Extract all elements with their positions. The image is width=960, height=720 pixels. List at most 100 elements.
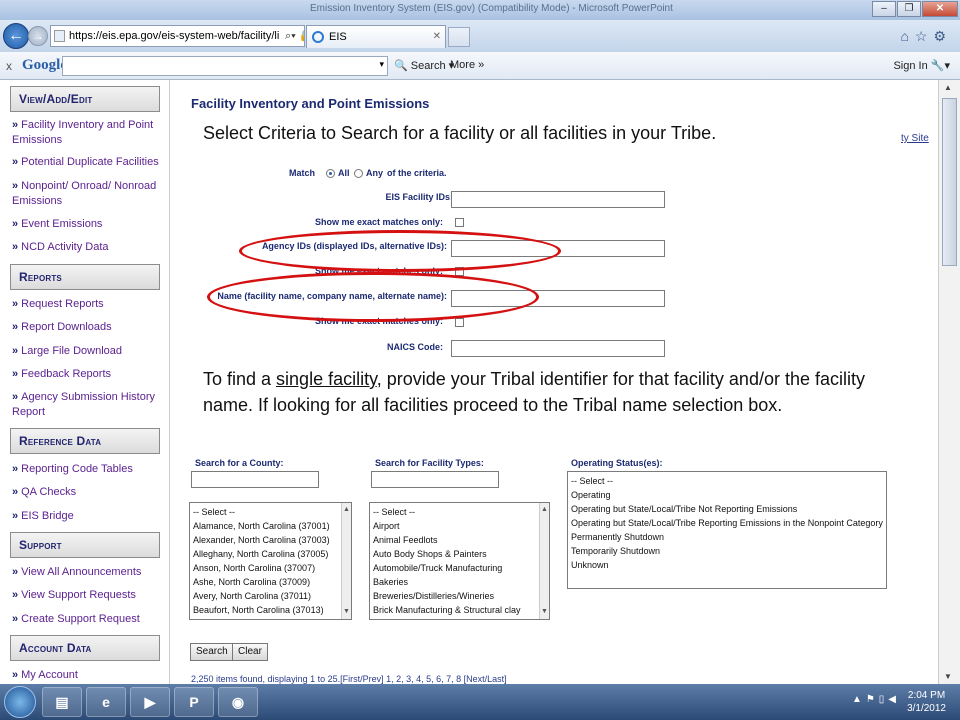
- list-item[interactable]: Alleghany, North Carolina (37005): [193, 547, 348, 561]
- ie-icon: [312, 31, 324, 43]
- exact-matches-checkbox-3[interactable]: [455, 318, 464, 327]
- sidebar-item-view-support-requests[interactable]: » View Support Requests: [12, 588, 162, 603]
- sidebar-section-account-data: Account Data: [10, 635, 160, 661]
- list-item[interactable]: Auto Body Shops & Painters: [373, 547, 546, 561]
- list-item[interactable]: Anson, North Carolina (37007): [193, 561, 348, 575]
- browser-navbar: ← → https://eis.epa.gov/eis-system-web/f…: [0, 20, 960, 52]
- facility-type-search-input[interactable]: [371, 471, 499, 488]
- address-tools-icons[interactable]: ⌕▾ 🔒 ⊠ ↻ ✕: [281, 26, 304, 46]
- forward-button[interactable]: →: [28, 26, 48, 46]
- close-button[interactable]: ✕: [922, 1, 958, 17]
- browser-right-icons[interactable]: ⌂☆⚙: [900, 28, 952, 45]
- county-label: Search for a County:: [195, 458, 284, 468]
- internet-explorer-taskbar-icon[interactable]: e: [86, 687, 126, 717]
- list-item[interactable]: Airport: [373, 519, 546, 533]
- sidebar-item-facility-inventory[interactable]: » Facility Inventory and Point Emissions: [12, 118, 162, 148]
- list-item[interactable]: Permanently Shutdown: [571, 530, 883, 544]
- eis-ids-input[interactable]: [451, 191, 665, 208]
- more-button[interactable]: More »: [450, 59, 484, 71]
- chevron-down-icon[interactable]: ▾: [379, 59, 384, 70]
- sidebar-item-label: QA Checks: [21, 486, 77, 498]
- list-item[interactable]: Operating but State/Local/Tribe Reportin…: [571, 516, 883, 530]
- more-label: More: [450, 59, 476, 71]
- sidebar-item-event-emissions[interactable]: » Event Emissions: [12, 217, 162, 232]
- match-all-radio[interactable]: [326, 169, 335, 178]
- list-item[interactable]: Operating but State/Local/Tribe Not Repo…: [571, 502, 883, 516]
- sidebar-item-view-announcements[interactable]: » View All Announcements: [12, 565, 162, 580]
- sidebar-item-large-file-download[interactable]: » Large File Download: [12, 344, 162, 359]
- address-bar[interactable]: https://eis.epa.gov/eis-system-web/facil…: [50, 25, 305, 47]
- sidebar-item-report-downloads[interactable]: » Report Downloads: [12, 320, 162, 335]
- list-item[interactable]: Bakeries: [373, 575, 546, 589]
- county-listbox[interactable]: -- Select -- Alamance, North Carolina (3…: [189, 502, 352, 620]
- scroll-thumb[interactable]: [942, 98, 957, 266]
- maximize-button[interactable]: ❐: [897, 1, 921, 17]
- taskbar-clock[interactable]: 2:04 PM 3/1/2012: [907, 689, 946, 715]
- clear-button[interactable]: Clear: [232, 643, 268, 661]
- app-taskbar-icon[interactable]: ◉: [218, 687, 258, 717]
- list-item[interactable]: Temporarily Shutdown: [571, 544, 883, 558]
- sidebar-item-nonpoint[interactable]: » Nonpoint/ Onroad/ Nonroad Emissions: [12, 179, 162, 209]
- sidebar-item-qa-checks[interactable]: » QA Checks: [12, 485, 162, 500]
- google-search-input[interactable]: ▾: [62, 56, 388, 76]
- explorer-taskbar-icon[interactable]: ▤: [42, 687, 82, 717]
- list-item[interactable]: Brick Manufacturing & Structural clay: [373, 603, 546, 617]
- annotation-callout-top: Select Criteria to Search for a facility…: [199, 120, 894, 150]
- media-player-taskbar-icon[interactable]: ▶: [130, 687, 170, 717]
- county-search-input[interactable]: [191, 471, 319, 488]
- new-tab-button[interactable]: [448, 27, 470, 47]
- list-item[interactable]: Operating: [571, 488, 883, 502]
- list-item[interactable]: -- Select --: [373, 505, 546, 519]
- start-button[interactable]: [4, 686, 36, 718]
- minimize-button[interactable]: –: [872, 1, 896, 17]
- facility-type-scrollbar[interactable]: [539, 503, 549, 619]
- sidebar-section-support: Support: [10, 532, 160, 558]
- sidebar-section-reports: Reports: [10, 264, 160, 290]
- sidebar-item-ncd-activity[interactable]: » NCD Activity Data: [12, 240, 162, 255]
- list-item[interactable]: -- Select --: [571, 474, 883, 488]
- sidebar-item-my-account[interactable]: » My Account: [12, 668, 162, 683]
- naics-input[interactable]: [451, 340, 665, 357]
- list-item[interactable]: Ashe, North Carolina (37009): [193, 575, 348, 589]
- list-item[interactable]: Breweries/Distilleries/Wineries: [373, 589, 546, 603]
- list-item[interactable]: Alamance, North Carolina (37001): [193, 519, 348, 533]
- list-item[interactable]: Unknown: [571, 558, 883, 572]
- search-button[interactable]: Search: [190, 643, 234, 661]
- sidebar-item-label: Report Downloads: [21, 321, 112, 333]
- sidebar-item-feedback-reports[interactable]: » Feedback Reports: [12, 367, 162, 382]
- sidebar-item-label: Potential Duplicate Facilities: [21, 156, 159, 168]
- sign-in-button[interactable]: Sign In 🔧▾: [893, 59, 950, 72]
- tab-close-icon[interactable]: ✕: [433, 26, 441, 48]
- sidebar-item-eis-bridge[interactable]: » EIS Bridge: [12, 509, 162, 524]
- match-any-radio[interactable]: [354, 169, 363, 178]
- list-item[interactable]: -- Select --: [193, 505, 348, 519]
- naics-label: NAICS Code:: [387, 342, 443, 352]
- sidebar-item-potential-duplicates[interactable]: » Potential Duplicate Facilities: [12, 155, 162, 170]
- close-toolbar-icon[interactable]: x: [6, 59, 12, 73]
- exact-matches-checkbox-1[interactable]: [455, 218, 464, 227]
- list-item[interactable]: Avery, North Carolina (37011): [193, 589, 348, 603]
- scroll-down-icon[interactable]: ▼: [944, 672, 952, 681]
- tribal-site-link[interactable]: ty Site: [901, 133, 929, 144]
- google-logo-text: Google: [22, 57, 67, 73]
- browser-tab[interactable]: EIS ✕: [306, 25, 446, 48]
- back-button[interactable]: ←: [3, 23, 29, 49]
- list-item[interactable]: Automobile/Truck Manufacturing: [373, 561, 546, 575]
- page-scrollbar[interactable]: ▲ ▼: [938, 80, 960, 684]
- sidebar-item-reporting-code-tables[interactable]: » Reporting Code Tables: [12, 462, 162, 477]
- list-item[interactable]: Alexander, North Carolina (37003): [193, 533, 348, 547]
- google-search-button[interactable]: 🔍 Search ▾: [394, 59, 454, 72]
- sidebar-item-agency-submission-history[interactable]: » Agency Submission History Report: [12, 390, 162, 420]
- operating-status-listbox[interactable]: -- Select -- Operating Operating but Sta…: [567, 471, 887, 589]
- list-item[interactable]: Animal Feedlots: [373, 533, 546, 547]
- system-tray-icons[interactable]: ▲⚑▯◀: [852, 694, 900, 705]
- sidebar-item-request-reports[interactable]: » Request Reports: [12, 297, 162, 312]
- powerpoint-taskbar-icon[interactable]: P: [174, 687, 214, 717]
- results-summary: 2,250 items found, displaying 1 to 25.[F…: [191, 674, 507, 684]
- sidebar-item-label: Large File Download: [21, 345, 123, 357]
- facility-type-listbox[interactable]: -- Select -- Airport Animal Feedlots Aut…: [369, 502, 550, 620]
- county-scrollbar[interactable]: [341, 503, 351, 619]
- list-item[interactable]: Beaufort, North Carolina (37013): [193, 603, 348, 617]
- sidebar-item-create-support-request[interactable]: » Create Support Request: [12, 612, 162, 627]
- scroll-up-icon[interactable]: ▲: [944, 83, 952, 92]
